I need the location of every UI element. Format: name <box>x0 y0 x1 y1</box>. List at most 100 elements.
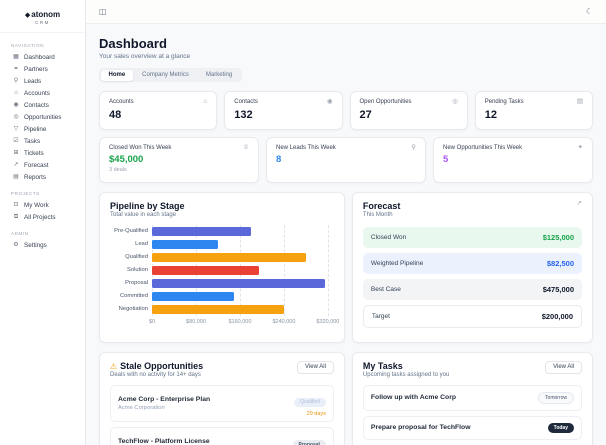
chart-row: Solution <box>110 264 334 277</box>
brand-logo-icon: ◆ <box>24 12 31 19</box>
sidebar-item-label: Reports <box>24 173 47 181</box>
pipeline-chart-card: Pipeline by Stage Total value in each st… <box>99 191 345 343</box>
trophy-icon: ♕ <box>243 143 249 151</box>
stat-value: 27 <box>359 108 372 121</box>
chart-title: Pipeline by Stage <box>110 200 185 211</box>
main-area: ◫ ☾ Dashboard Your sales overview at a g… <box>86 0 606 445</box>
card-sub: 3 deals <box>109 167 127 173</box>
x-tick-label: $240,000 <box>272 318 296 325</box>
forecast-label: Target <box>371 312 390 320</box>
report-icon: ▤ <box>13 174 19 180</box>
sidebar-item-label: Contacts <box>24 101 49 109</box>
stale-view-all-button[interactable]: View All <box>297 360 334 374</box>
stat-card-contacts: Contacts ◉ 132 <box>224 91 343 130</box>
nav-section-projects: Projects <box>11 191 40 196</box>
app-window: ◆atonom CRM Navigation ▦ Dashboard ⚭ Partn… <box>0 0 606 445</box>
sidebar-item-tasks[interactable]: ☑ Tasks <box>9 135 76 147</box>
briefcase-icon: ⊡ <box>13 202 19 208</box>
x-tick-label: $320,000 <box>316 318 340 325</box>
card-label: New Opportunities This Week <box>443 144 523 151</box>
due-badge: Tomorrow <box>538 391 574 404</box>
tab-home[interactable]: Home <box>100 69 134 81</box>
pipeline-bar-chart: Pre-Qualified Lead Qualified Solution Pr… <box>110 224 339 328</box>
sidebar-item-label: Partners <box>24 65 48 73</box>
contacts-icon: ◉ <box>13 102 19 108</box>
due-badge: Today <box>547 422 574 433</box>
building-icon: ⌂ <box>14 90 18 96</box>
stat-label: Open Opportunities <box>359 99 412 105</box>
tasks-view-all-button[interactable]: View All <box>545 360 582 374</box>
task-name: Prepare proposal for TechFlow <box>370 424 471 431</box>
y-tick-label: Proposal <box>125 280 148 286</box>
forecast-value: $475,000 <box>542 284 574 294</box>
tab-company-metrics[interactable]: Company Metrics <box>134 70 197 81</box>
sidebar-item-leads[interactable]: ⚲ Leads <box>9 75 76 87</box>
warning-icon: ⚠ <box>110 361 118 371</box>
sidebar-item-settings[interactable]: ⚙ Settings <box>9 239 76 251</box>
forecast-label: Closed Won <box>370 233 407 241</box>
user-icon: ◉ <box>326 98 333 105</box>
card-label: New Leads This Week <box>276 144 336 151</box>
task-row-follow-up-acme[interactable]: Follow up with Acme Corp Tomorrow <box>362 384 582 411</box>
card-closed-won-week: Closed Won This Week ♕ $45,000 3 deals <box>99 136 259 183</box>
trending-up-icon: ↗ <box>576 199 582 207</box>
week-cards-row: Closed Won This Week ♕ $45,000 3 deals Ne… <box>99 136 593 183</box>
card-label: Closed Won This Week <box>109 144 172 151</box>
sidebar-item-tickets[interactable]: ⊞ Tickets <box>9 147 76 159</box>
y-tick-label: Pre-Qualified <box>114 228 148 234</box>
card-value: 5 <box>443 154 449 165</box>
sidebar-item-my-work[interactable]: ⊡ My Work <box>9 199 76 211</box>
opportunity-row-techflow[interactable]: TechFlow - Platform LicenseTechFlow Solu… <box>110 427 334 445</box>
stage-badge: Qualified <box>294 397 326 407</box>
sidebar-toggle-icon[interactable]: ◫ <box>99 7 107 16</box>
opportunity-name: Acme Corp - Enterprise Plan <box>118 395 211 403</box>
sidebar-item-label: My Work <box>24 201 49 209</box>
y-tick-label: Negotiation <box>118 306 148 312</box>
sidebar-item-label: Settings <box>24 241 47 249</box>
sidebar-item-label: Tickets <box>24 149 44 157</box>
tab-marketing[interactable]: Marketing <box>198 70 240 81</box>
my-tasks-card: My Tasks Upcoming tasks assigned to you … <box>351 351 593 445</box>
bar-proposal <box>152 278 326 288</box>
ticket-icon: ⊞ <box>13 150 19 156</box>
sidebar-item-dashboard[interactable]: ▦ Dashboard <box>9 51 76 63</box>
clipboard-icon: ▤ <box>576 98 583 105</box>
sidebar-item-forecast[interactable]: ↗ Forecast <box>9 159 76 171</box>
nav-section-admin: Admin <box>11 231 29 236</box>
brand-logo[interactable]: ◆atonom CRM <box>0 7 85 33</box>
forecast-row-closed-won: Closed Won $125,000 <box>362 226 582 248</box>
sidebar-item-accounts[interactable]: ⌂ Accounts <box>9 87 76 99</box>
sidebar-item-partners[interactable]: ⚭ Partners <box>9 63 76 75</box>
opportunity-row-acme[interactable]: Acme Corp - Enterprise Plan Acme Corporat… <box>110 384 334 422</box>
x-tick-label: $80,000 <box>186 318 206 325</box>
sidebar-item-pipeline[interactable]: ▽ Pipeline <box>9 123 76 135</box>
building-icon: ⌂ <box>203 98 208 105</box>
tasks-title: My Tasks <box>362 360 403 371</box>
sidebar-item-label: Tasks <box>24 137 41 145</box>
forecast-value: $125,000 <box>542 232 574 242</box>
y-tick-label: Committed <box>119 293 148 299</box>
brand-name: atonom <box>31 10 61 19</box>
sidebar-item-reports[interactable]: ▤ Reports <box>9 171 76 183</box>
stat-label: Contacts <box>234 99 258 105</box>
topbar: ◫ ☾ <box>86 0 606 24</box>
sidebar-item-contacts[interactable]: ◉ Contacts <box>9 99 76 111</box>
bar-lead <box>152 239 218 249</box>
sparkles-icon: ✦ <box>577 143 583 151</box>
forecast-label: Best Case <box>370 285 401 293</box>
target-icon: ◎ <box>452 98 458 105</box>
y-tick-label: Lead <box>135 241 148 247</box>
sidebar-item-label: Leads <box>24 77 42 85</box>
theme-toggle-moon-icon[interactable]: ☾ <box>586 7 593 16</box>
stat-value: 132 <box>234 108 253 121</box>
sidebar-item-opportunities[interactable]: ◎ Opportunities <box>9 111 76 123</box>
task-row-proposal-techflow[interactable]: Prepare proposal for TechFlow Today <box>362 415 582 440</box>
chart-row: Committed <box>110 290 334 303</box>
stale-title: Stale Opportunities <box>120 360 204 371</box>
trending-up-icon: ↗ <box>13 162 19 168</box>
sidebar-item-label: Opportunities <box>24 113 62 121</box>
stat-card-pending-tasks: Pending Tasks ▤ 12 <box>474 91 593 130</box>
sidebar-item-all-projects[interactable]: ⧉ All Projects <box>9 211 76 223</box>
forecast-value: $82,500 <box>546 258 574 268</box>
sidebar-item-label: Accounts <box>24 89 50 97</box>
